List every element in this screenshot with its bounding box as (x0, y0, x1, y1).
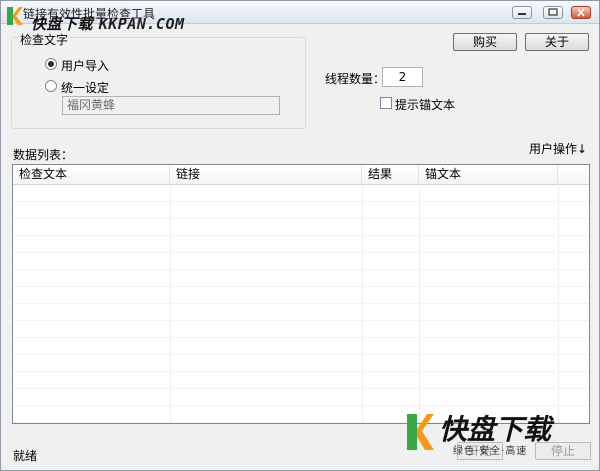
radio-unified-label: 统一设定 (61, 81, 110, 95)
grid-line (13, 405, 589, 406)
minimize-button[interactable] (512, 6, 532, 19)
buy-button[interactable]: 购买 (453, 33, 517, 51)
anchor-text-label: 提示锚文本 (395, 98, 456, 112)
grid-line (13, 201, 589, 202)
grid-line (13, 269, 589, 270)
user-action-menu[interactable]: 用户操作↓ (529, 140, 587, 157)
anchor-text-checkbox[interactable] (380, 97, 392, 109)
data-list-table[interactable]: 检查文本 链接 结果 锚文本 (12, 164, 590, 424)
grid-line (13, 218, 589, 219)
unified-text-field[interactable]: 福冈黄蜂 (62, 96, 280, 115)
check-text-legend: 检查文字 (18, 31, 71, 48)
grid-line (13, 354, 589, 355)
grid-line (13, 320, 589, 321)
grid-line (13, 235, 589, 236)
grid-line (13, 286, 589, 287)
threads-input[interactable]: 2 (382, 67, 423, 87)
grid-line (13, 388, 589, 389)
maximize-button[interactable] (543, 6, 563, 19)
kkpan-corner-watermark: 快盘下载 绿色·安全·高速 (405, 410, 595, 458)
col-filler (558, 165, 589, 184)
grid-line (13, 371, 589, 372)
close-icon (577, 8, 585, 17)
grid-line (13, 303, 589, 304)
grid-line (13, 337, 589, 338)
kkpan-logo-icon (7, 7, 23, 25)
maximize-icon (548, 8, 558, 16)
data-list-label: 数据列表： (13, 148, 74, 162)
minimize-icon (518, 13, 526, 15)
col-anchor-text[interactable]: 锚文本 (419, 165, 558, 184)
radio-user-import-label: 用户导入 (61, 59, 110, 73)
col-check-text[interactable]: 检查文本 (13, 165, 170, 184)
kkpan-logo-icon (407, 414, 434, 450)
table-header: 检查文本 链接 结果 锚文本 (13, 165, 589, 185)
about-button[interactable]: 关于 (525, 33, 589, 51)
grid-line (13, 252, 589, 253)
col-result[interactable]: 结果 (362, 165, 419, 184)
close-window-button[interactable] (571, 6, 591, 19)
threads-label: 线程数量： (325, 72, 386, 86)
status-text: 就绪 (13, 449, 38, 463)
corner-watermark-tagline: 绿色·安全·高速 (453, 446, 528, 457)
col-link[interactable]: 链接 (170, 165, 362, 184)
radio-unified[interactable] (45, 80, 57, 92)
radio-user-import[interactable] (45, 58, 57, 70)
app-window: 链接有效性批量检查工具 快盘下载 KKPAN.COM 购买 关于 检查文字 用户… (0, 0, 600, 471)
